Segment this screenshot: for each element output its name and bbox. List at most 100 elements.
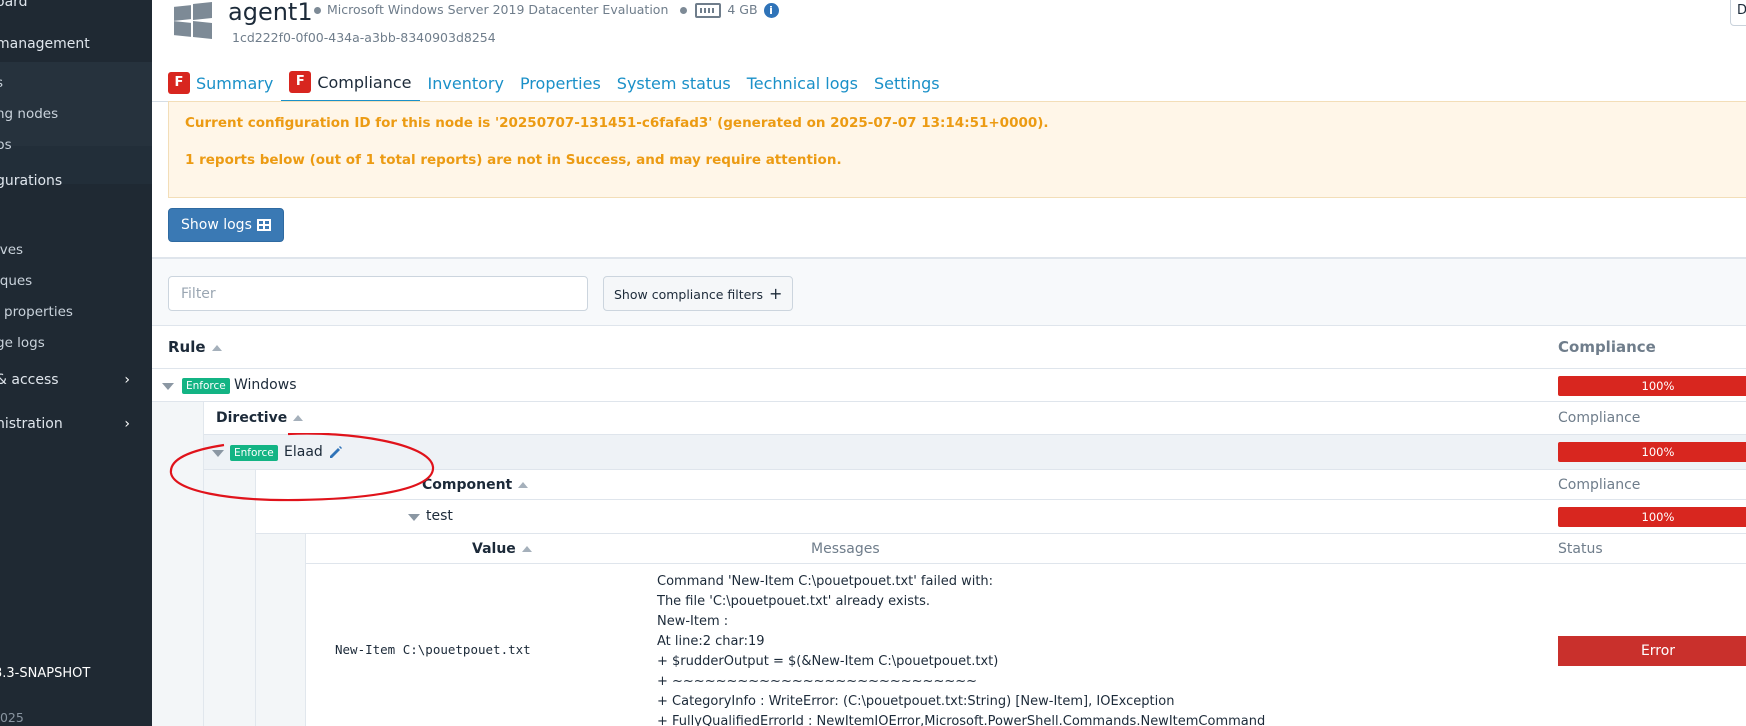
- column-header-label: Rule: [168, 338, 206, 356]
- ram-size: 4 GB: [727, 2, 758, 17]
- sidebar-item-label: gurations: [0, 173, 63, 189]
- tab-label: Summary: [196, 73, 274, 93]
- tab-system-status[interactable]: System status: [609, 64, 739, 102]
- sidebar-item-label: ives: [0, 242, 24, 258]
- node-os-info: Microsoft Windows Server 2019 Datacenter…: [314, 2, 779, 18]
- non-success-message: 1 reports below (out of 1 total reports)…: [185, 152, 842, 168]
- plus-icon: +: [769, 284, 783, 303]
- node-actions-label: D: [1737, 3, 1746, 18]
- info-icon[interactable]: i: [763, 3, 779, 18]
- enforce-badge: Enforce: [230, 445, 278, 461]
- rule-row[interactable]: Enforce Windows 100%: [152, 369, 1746, 402]
- tab-label: Inventory: [427, 73, 504, 93]
- status-column-header: Status: [1558, 541, 1603, 557]
- separator-dot: [680, 6, 688, 14]
- fail-badge: F: [168, 72, 190, 94]
- sidebar-item-label: l properties: [0, 304, 73, 320]
- tab-label: Compliance: [317, 72, 412, 92]
- indent-gutter: [204, 470, 256, 726]
- fail-badge: F: [289, 71, 312, 93]
- directive-compliance-header[interactable]: Compliance: [1558, 410, 1640, 426]
- sidebar-active-group: [0, 62, 152, 146]
- sidebar-item-global-properties[interactable]: l properties: [0, 304, 73, 320]
- sort-asc-icon: [293, 415, 304, 421]
- copyright-year: 2025: [0, 710, 24, 725]
- node-tabs: F Summary F Compliance Inventory Propertie…: [168, 64, 948, 102]
- column-header-label: Directive: [216, 410, 288, 426]
- sidebar-item-management[interactable]: management: [0, 36, 90, 52]
- sidebar-item-configurations[interactable]: gurations: [0, 173, 62, 189]
- edit-pencil-icon[interactable]: [328, 444, 344, 460]
- tab-summary[interactable]: F Summary: [168, 64, 281, 102]
- tab-technical-logs[interactable]: Technical logs: [739, 64, 866, 102]
- sidebar-item-change-logs[interactable]: ge logs: [0, 335, 45, 351]
- app-version: 3.3-SNAPSHOT: [0, 666, 91, 681]
- directive-column-header[interactable]: Directive: [216, 410, 304, 426]
- indent-gutter: [152, 402, 204, 726]
- node-name: agent1: [228, 0, 313, 26]
- tab-label: Technical logs: [746, 73, 858, 93]
- compliance-column-header[interactable]: Compliance: [1558, 338, 1656, 356]
- rule-table-header: Rule Compliance: [152, 327, 1746, 369]
- table-icon: [256, 219, 271, 231]
- caret-down-icon[interactable]: [162, 383, 174, 390]
- sidebar-item-administration[interactable]: nistration ›: [0, 416, 148, 432]
- chevron-right-icon: ›: [124, 416, 130, 432]
- tab-properties[interactable]: Properties: [512, 64, 609, 102]
- sidebar-item-pending-nodes[interactable]: ng nodes: [0, 106, 58, 122]
- enforce-badge: Enforce: [182, 378, 230, 394]
- sidebar-item-techniques[interactable]: iques: [0, 273, 32, 289]
- value-table-header: Value Messages Status: [306, 534, 1746, 564]
- component-compliance-bar: 100%: [1558, 507, 1746, 527]
- sidebar-item-label: management: [0, 36, 90, 52]
- error-messages: Command 'New-Item C:\pouetpouet.txt' fai…: [657, 574, 1266, 726]
- tab-settings[interactable]: Settings: [866, 64, 948, 102]
- compliance-warning: Current configuration ID for this node i…: [168, 101, 1746, 198]
- filter-bar: Show compliance filters +: [152, 257, 1746, 326]
- value-code: New-Item C:\pouetpouet.txt: [335, 642, 531, 657]
- os-name: Microsoft Windows Server 2019 Datacenter…: [327, 2, 669, 17]
- sidebar-item-security-access[interactable]: & access ›: [0, 372, 148, 388]
- filter-input[interactable]: [168, 276, 588, 311]
- sidebar-item-label: ge logs: [0, 335, 45, 351]
- caret-down-icon[interactable]: [212, 450, 224, 457]
- sidebar-item-directives[interactable]: ives: [0, 242, 23, 258]
- tab-compliance[interactable]: F Compliance: [281, 64, 420, 102]
- sidebar-item-label: nistration: [0, 416, 63, 432]
- config-id-message: Current configuration ID for this node i…: [185, 115, 1049, 131]
- component-compliance-header[interactable]: Compliance: [1558, 477, 1640, 493]
- directive-table-header: Directive Compliance: [204, 402, 1746, 435]
- component-column-header[interactable]: Component: [422, 477, 529, 493]
- value-column-header[interactable]: Value: [472, 541, 532, 557]
- sidebar-item-groups[interactable]: ps: [0, 137, 12, 153]
- sidebar: oard management s ng nodes ps gurations …: [0, 0, 152, 726]
- rule-column-header[interactable]: Rule: [168, 338, 222, 356]
- show-filters-label: Show compliance filters: [614, 287, 763, 302]
- directive-row[interactable]: Enforce Elaad 100%: [204, 435, 1746, 470]
- tab-label: Settings: [874, 73, 940, 93]
- component-row[interactable]: test 100%: [256, 500, 1746, 534]
- status-badge: Error: [1558, 636, 1746, 666]
- column-header-label: Value: [472, 541, 516, 557]
- show-compliance-filters-button[interactable]: Show compliance filters +: [603, 276, 794, 311]
- rule-name: Windows: [234, 377, 297, 393]
- directive-name: Elaad: [284, 444, 323, 460]
- tab-inventory[interactable]: Inventory: [420, 64, 512, 102]
- tab-label: Properties: [519, 73, 601, 93]
- directive-compliance-bar: 100%: [1558, 442, 1746, 462]
- sidebar-item-nodes[interactable]: s: [0, 75, 3, 91]
- sidebar-item-dashboard[interactable]: oard: [0, 0, 28, 10]
- sidebar-item-label: ng nodes: [0, 106, 59, 122]
- messages-column-header: Messages: [811, 541, 880, 557]
- separator-dot: [314, 6, 321, 14]
- caret-down-icon[interactable]: [408, 514, 420, 521]
- sidebar-item-label: oard: [0, 0, 28, 10]
- column-header-label: Component: [422, 477, 513, 493]
- sidebar-item-label: s: [0, 75, 3, 91]
- sidebar-item-label: & access: [0, 372, 59, 388]
- node-actions-button[interactable]: D: [1730, 0, 1746, 26]
- show-logs-button[interactable]: Show logs: [168, 208, 284, 242]
- main-content: agent1 Microsoft Windows Server 2019 Dat…: [152, 0, 1746, 726]
- sort-asc-icon: [518, 482, 529, 488]
- tab-label: System status: [616, 73, 731, 93]
